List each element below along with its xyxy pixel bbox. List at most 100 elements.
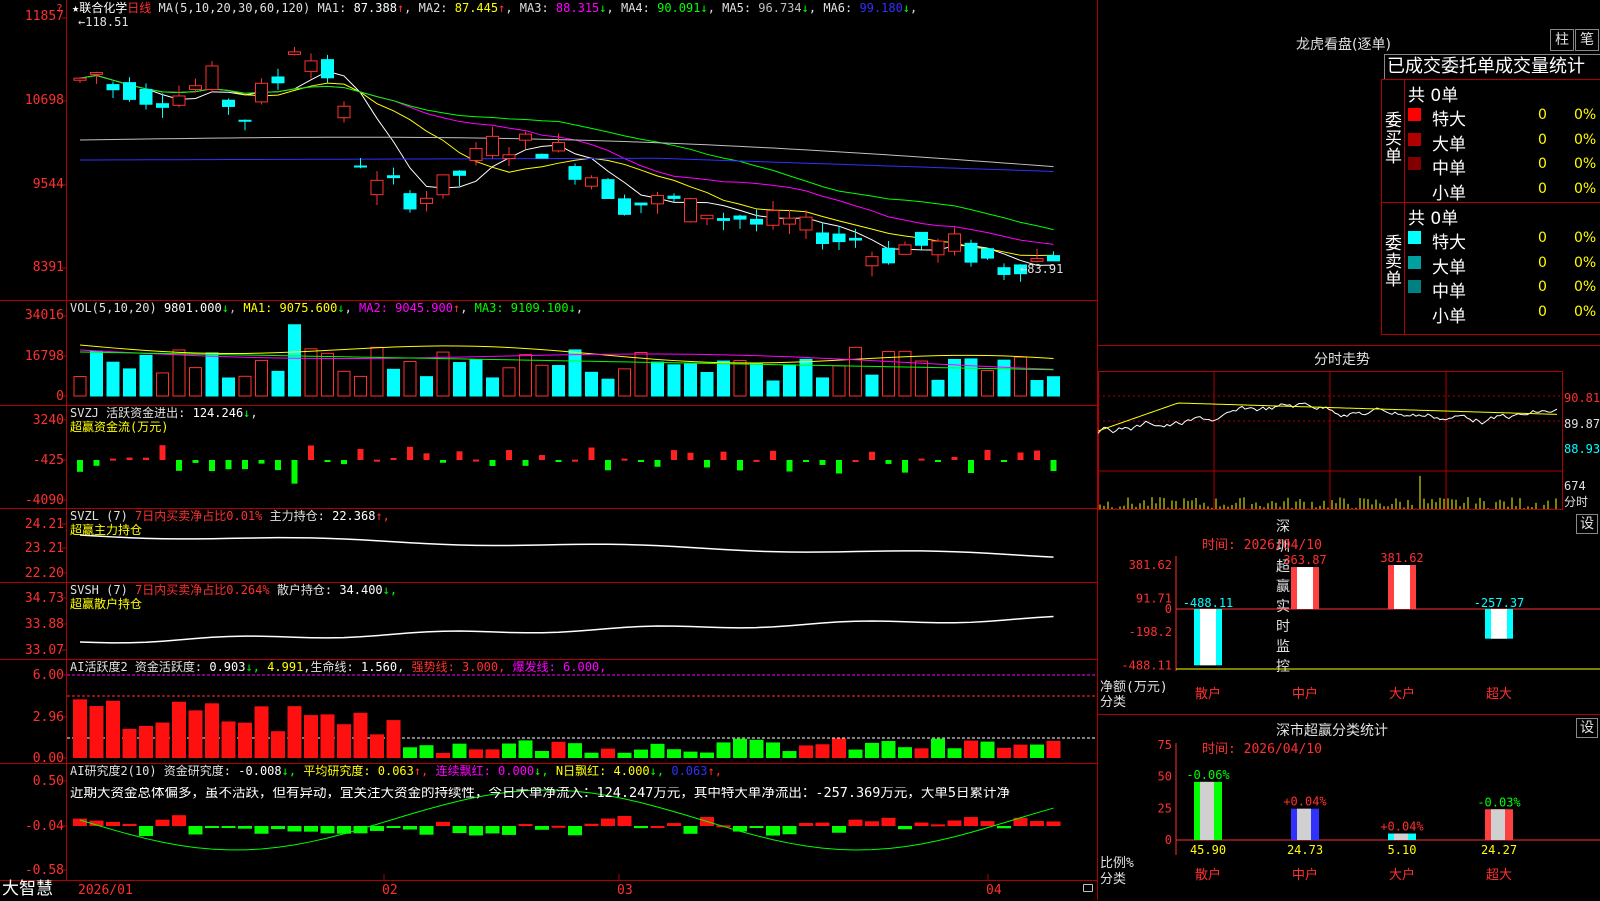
flow-bar [258, 460, 265, 464]
flow-bar [522, 460, 529, 466]
flow-bar [621, 458, 628, 461]
bar-view-button[interactable]: 柱 [1550, 29, 1574, 51]
research-bar [221, 826, 236, 828]
ratio-value-label: 24.73 [1287, 843, 1323, 857]
net-bar-label: 363.87 [1283, 553, 1326, 567]
brand-label[interactable]: 大智慧 [2, 881, 53, 898]
sz-classify-panel: 深市超赢分类统计 设 时间: 2026/04/10 75 50 25 0 -0.06% 4… [1098, 714, 1600, 901]
holding-line [79, 615, 1054, 644]
flow-bar [704, 460, 710, 468]
intraday-price-2: 88.93 [1564, 442, 1600, 456]
activity-bar [452, 743, 467, 758]
ratio-bar [1194, 781, 1222, 840]
candle [403, 190, 417, 213]
activity-bar [485, 749, 500, 758]
candle [238, 119, 252, 131]
flow-bar [737, 460, 743, 471]
intraday-chart[interactable] [1098, 371, 1600, 511]
candle [156, 93, 169, 118]
ma-name: MA6: [823, 1, 853, 15]
candlesticks[interactable] [73, 47, 1060, 282]
scroll-arrow-icon[interactable]: ? [56, 2, 63, 15]
volume-bar [766, 380, 780, 397]
flow-bar [968, 460, 974, 473]
tab-orders[interactable]: 委托单 [1441, 56, 1495, 77]
stock-name[interactable]: 联合化学 [79, 1, 127, 15]
y-label-ai1-1: 2.96 [32, 710, 64, 725]
volume-bar [139, 354, 153, 397]
research-bar [452, 826, 467, 834]
flow-bar [770, 450, 776, 460]
order-size-label: 小单 [1432, 183, 1466, 204]
ma-arrow: ↓ [902, 1, 911, 15]
flow-bar [852, 459, 859, 462]
activity-bar [601, 748, 615, 758]
research-bar [964, 817, 978, 826]
y-label-main-1: 10698 [24, 93, 64, 108]
research-bar [568, 826, 582, 836]
flow-bar [638, 460, 644, 462]
main-chart-header: ★联合化学日线 MA(5,10,20,30,60,120) MA1: 87.38… [72, 2, 917, 15]
tab-volume-stats[interactable]: 成交量统计 [1495, 56, 1585, 77]
research-bar [502, 826, 516, 835]
activity-bar [353, 712, 368, 758]
flow-bar [1034, 450, 1040, 460]
y-label-main-3: 8391 [32, 260, 64, 275]
volume-bars[interactable] [73, 324, 1060, 397]
flow-bar [473, 459, 479, 462]
research-bar [980, 821, 995, 826]
volume-bar [783, 364, 796, 397]
order-size-label: 大单 [1432, 257, 1466, 278]
research-bar [617, 816, 632, 826]
candle [733, 214, 747, 229]
period-label[interactable]: 日线 [127, 1, 151, 15]
lock-icon[interactable] [1083, 884, 1093, 892]
activity-bar [782, 751, 797, 758]
candle [469, 142, 483, 166]
volume-bar [568, 349, 582, 397]
ma-name: MA4: [620, 1, 650, 15]
candle [106, 81, 120, 99]
order-size-label: 中单 [1432, 159, 1466, 179]
order-pct: 0% [1574, 131, 1597, 148]
vol-ma-name: MA2: [359, 301, 388, 315]
order-count: 0 [1538, 131, 1547, 148]
category-label: 散户 [1195, 686, 1221, 702]
activity-bar [716, 742, 731, 758]
low-price-mark: ←83.91 [1020, 262, 1064, 276]
net-amount-bar-chart[interactable]: 381.6291.710-198.2-488.11-488.11散户363.87… [1098, 511, 1600, 715]
flow-bar [192, 460, 199, 463]
category-label: 散户 [1195, 867, 1221, 883]
x-label-0: 2026/01 [78, 883, 133, 898]
volume-bar [964, 358, 978, 397]
order-count: 0 [1538, 230, 1547, 246]
candle [948, 227, 961, 256]
research-bar [205, 826, 219, 828]
flow-bar [390, 458, 397, 461]
flow-bar [489, 460, 496, 466]
flow-bar [242, 460, 248, 470]
category-label: 中户 [1292, 686, 1318, 702]
volume-bar [585, 371, 598, 397]
flow-bar [176, 460, 182, 471]
net-bar-label: 381.62 [1380, 551, 1423, 565]
activity-bar [238, 722, 252, 758]
avg-line [1098, 402, 1558, 432]
volume-bar [288, 324, 301, 397]
volume-bar [849, 346, 862, 397]
y-label-svsh-0: 34.73 [24, 591, 64, 606]
order-count: 0 [1538, 156, 1547, 172]
flow-bar [407, 446, 413, 460]
sz-classify-unit-bottom: 分类 [1100, 872, 1127, 887]
tab-traded[interactable]: 已成交 [1385, 56, 1441, 77]
candle [898, 241, 912, 255]
category-label: 大户 [1389, 867, 1415, 883]
activity-bar [997, 747, 1011, 758]
candle [981, 247, 994, 260]
ratio-bar-chart[interactable]: 75 50 25 0 -0.06% 45.90 散户 +0.04% 24.73 中户 +0.04% 5… [1098, 715, 1600, 901]
pen-view-button[interactable]: 笔 [1575, 29, 1599, 51]
activity-bar [815, 744, 830, 758]
volume-bar [981, 370, 994, 397]
volume-bar [156, 372, 169, 397]
flow-bar [720, 451, 727, 460]
